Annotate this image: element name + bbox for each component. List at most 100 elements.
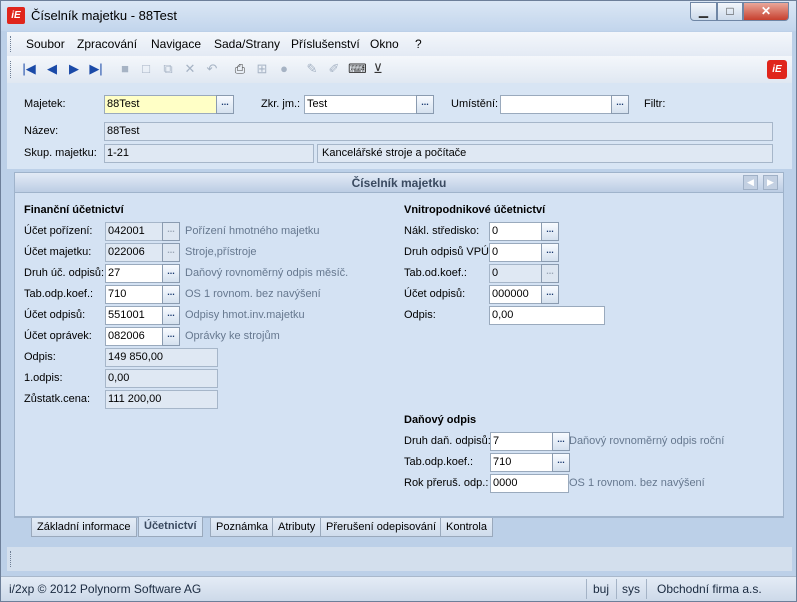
command-bar-grip[interactable]	[10, 551, 13, 567]
menu-okno[interactable]: Okno	[370, 37, 399, 51]
vpu-ucet-odpisu-lookup-button[interactable]: ...	[541, 285, 559, 304]
stop-icon[interactable]: ●	[276, 61, 292, 77]
status-separator	[616, 579, 617, 599]
panel-title: Číselník majetku	[351, 176, 447, 190]
zkr-field[interactable]: Test	[304, 95, 417, 114]
filter-icon[interactable]: ⊻	[370, 61, 386, 77]
nakl-stredisko-lookup-button[interactable]: ...	[541, 222, 559, 241]
next-record-icon[interactable]: ▶	[66, 61, 82, 77]
close-button[interactable]: ✕	[743, 2, 789, 21]
tab-odp-koef-label: Tab.odp.koef.:	[24, 288, 94, 300]
tab-zakladni-informace[interactable]: Základní informace	[31, 518, 137, 537]
ucet-porizeni-desc: Pořízení hmotného majetku	[185, 225, 320, 237]
skup-label: Skup. majetku:	[24, 147, 97, 159]
tab-kontrola[interactable]: Kontrola	[440, 518, 493, 537]
prev-record-icon[interactable]: ◀	[44, 61, 60, 77]
notes-icon[interactable]: ⌨	[348, 61, 367, 77]
umisteni-field[interactable]	[500, 95, 612, 114]
menu-prislusenstvi[interactable]: Příslušenství	[291, 37, 360, 51]
marker-icon[interactable]: ✐	[326, 61, 342, 77]
druh-uc-odpisu-lookup-button[interactable]: ...	[162, 264, 180, 283]
tab-ucetnictvi[interactable]: Účetnictví	[138, 517, 203, 537]
edit-icon[interactable]: ✎	[304, 61, 320, 77]
application-window: iE Číselník majetku - 88Test ▁ □ ✕ Soubo…	[0, 0, 797, 602]
ucet-opravek-desc: Oprávky ke strojům	[185, 330, 280, 342]
prvni-odpis-field[interactable]: 0,00	[105, 369, 218, 388]
umisteni-lookup-button[interactable]: ...	[611, 95, 629, 114]
first-record-icon[interactable]: |◀	[21, 61, 37, 77]
menu-zpracovani[interactable]: Zpracování	[77, 37, 137, 51]
ucet-porizeni-field[interactable]: 042001	[105, 222, 163, 241]
druh-odpisu-vpu-field[interactable]: 0	[489, 243, 542, 262]
save-icon[interactable]: ■	[117, 61, 133, 77]
zustatkova-cena-field[interactable]: 111 200,00	[105, 390, 218, 409]
ucet-odpisu-label: Účet odpisů:	[24, 309, 86, 321]
window-title: Číselník majetku - 88Test	[31, 8, 177, 23]
tab-od-koef-field[interactable]: 0	[489, 264, 542, 283]
ucet-majetku-field[interactable]: 022006	[105, 243, 163, 262]
tab-od-koef-label: Tab.od.koef.:	[404, 267, 467, 279]
print-icon[interactable]: ⎙	[232, 61, 248, 77]
dan-tab-odp-koef-field[interactable]: 710	[490, 453, 553, 472]
app-brand-icon: iE	[767, 60, 787, 79]
zkr-lookup-button[interactable]: ...	[416, 95, 434, 114]
tab-poznamka[interactable]: Poznámka	[210, 518, 274, 537]
tab-atributy[interactable]: Atributy	[272, 518, 322, 537]
skup-code-field[interactable]: 1-21	[104, 144, 314, 163]
app-logo-icon: iE	[7, 7, 25, 24]
minimize-button[interactable]: ▁	[690, 2, 717, 21]
tab-preruseni-odepisovani[interactable]: Přerušení odepisování	[320, 518, 443, 537]
druh-odpisu-vpu-lookup-button[interactable]: ...	[541, 243, 559, 262]
command-bar	[7, 547, 792, 571]
vpu-ucet-odpisu-field[interactable]: 000000	[489, 285, 542, 304]
majetek-field[interactable]: 88Test	[104, 95, 217, 114]
menu-soubor[interactable]: Soubor	[26, 37, 65, 51]
menu-sada-strany[interactable]: Sada/Strany	[214, 37, 280, 51]
tab-strip: Základní informace Účetnictví Poznámka A…	[14, 517, 784, 537]
tab-odp-koef-field[interactable]: 710	[105, 285, 163, 304]
maximize-button[interactable]: □	[717, 2, 743, 21]
majetek-lookup-button[interactable]: ...	[216, 95, 234, 114]
toolbar-grip[interactable]	[10, 61, 13, 78]
umisteni-label: Umístění:	[451, 98, 499, 110]
vpu-odpis-field[interactable]: 0,00	[489, 306, 605, 325]
majetek-label: Majetek:	[24, 98, 66, 110]
status-firm: Obchodní firma a.s.	[657, 582, 762, 596]
structure-icon[interactable]: ⊞	[254, 61, 270, 77]
rok-preruseni-field[interactable]: 0000	[490, 474, 569, 493]
ucet-porizeni-lookup-button[interactable]: ...	[162, 222, 180, 241]
toolbar: |◀ ◀ ▶ ▶| ■ □ ⧉ ✕ ↶ ⎙ ⊞ ● ✎ ✐ ⌨ ⊻ iE	[7, 56, 792, 83]
ucet-majetku-lookup-button[interactable]: ...	[162, 243, 180, 262]
tab-odp-koef-desc: OS 1 rovnom. bez navýšení	[185, 288, 321, 300]
ucet-majetku-desc: Stroje,přístroje	[185, 246, 257, 258]
nakl-stredisko-field[interactable]: 0	[489, 222, 542, 241]
odpis-label: Odpis:	[24, 351, 56, 363]
panel-next-button[interactable]: ▶	[763, 175, 778, 190]
ucet-odpisu-field[interactable]: 551001	[105, 306, 163, 325]
last-record-icon[interactable]: ▶|	[88, 61, 104, 77]
nazev-field[interactable]: 88Test	[104, 122, 773, 141]
detail-panel: Číselník majetku ◀ ▶ Finanční účetnictví…	[14, 172, 784, 517]
record-header: Majetek: 88Test ... Zkr. jm.: Test ... U…	[7, 83, 792, 169]
new-icon[interactable]: □	[138, 61, 154, 77]
dan-tab-odp-koef-lookup-button[interactable]: ...	[552, 453, 570, 472]
delete-icon[interactable]: ✕	[182, 61, 198, 77]
ucet-odpisu-lookup-button[interactable]: ...	[162, 306, 180, 325]
tab-od-koef-lookup-button[interactable]: ...	[541, 264, 559, 283]
menu-navigace[interactable]: Navigace	[151, 37, 201, 51]
copy-icon[interactable]: ⧉	[160, 61, 176, 77]
undo-icon[interactable]: ↶	[204, 61, 220, 77]
panel-prev-button[interactable]: ◀	[743, 175, 758, 190]
status-separator	[646, 579, 647, 599]
menu-help[interactable]: ?	[415, 37, 422, 51]
druh-uc-odpisu-field[interactable]: 27	[105, 264, 163, 283]
menu-bar: Soubor Zpracování Navigace Sada/Strany P…	[7, 32, 792, 56]
tab-odp-koef-lookup-button[interactable]: ...	[162, 285, 180, 304]
odpis-field[interactable]: 149 850,00	[105, 348, 218, 367]
ucet-opravek-lookup-button[interactable]: ...	[162, 327, 180, 346]
druh-dan-odpisu-field[interactable]: 7	[490, 432, 553, 451]
druh-dan-odpisu-lookup-button[interactable]: ...	[552, 432, 570, 451]
ucet-opravek-field[interactable]: 082006	[105, 327, 163, 346]
status-separator	[586, 579, 587, 599]
menu-grip[interactable]	[10, 36, 13, 52]
